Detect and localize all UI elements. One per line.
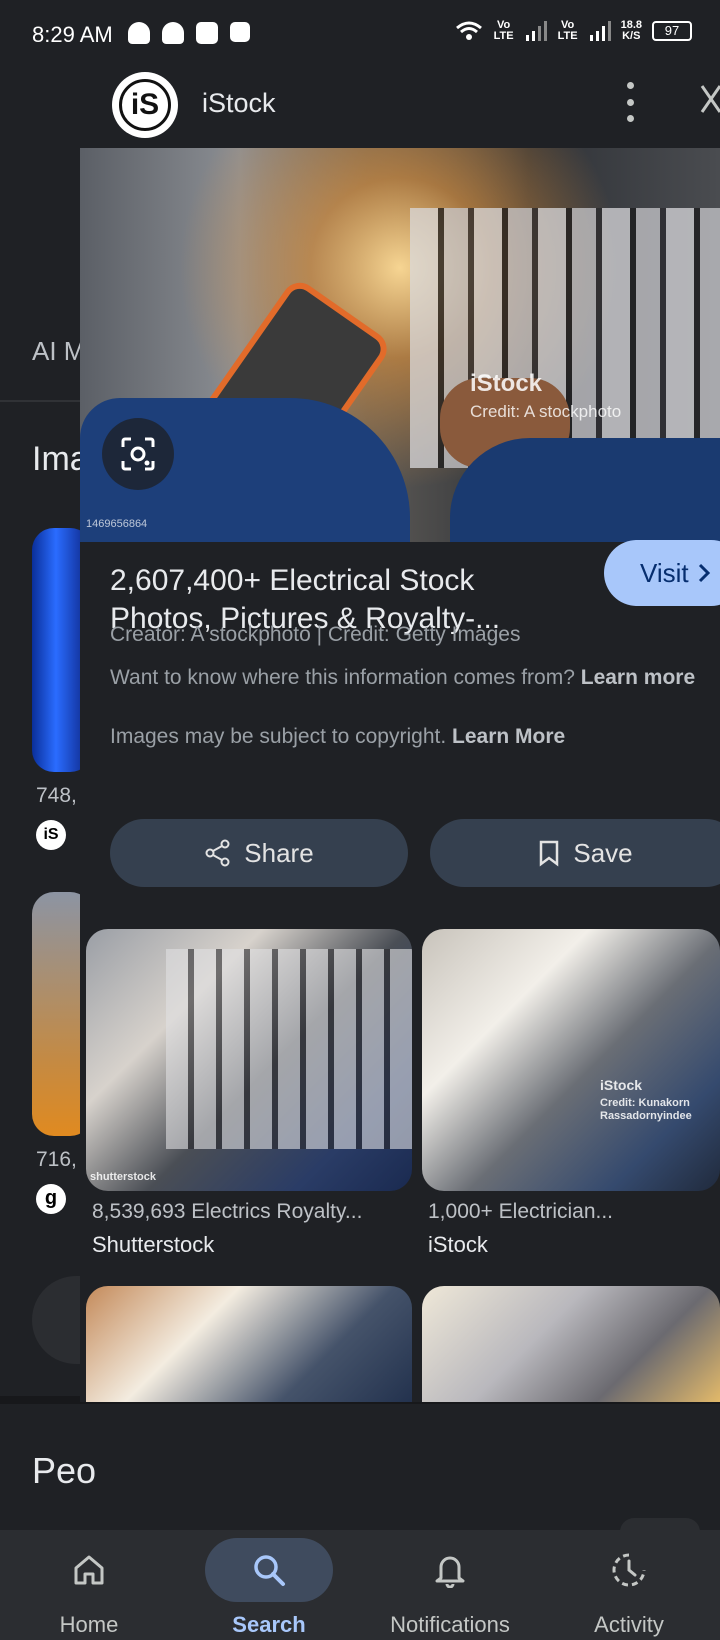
related-image-1[interactable]: shutterstock [86, 929, 412, 1191]
learn-more-link[interactable]: Learn more [581, 666, 695, 689]
divider [0, 400, 80, 402]
save-label: Save [573, 837, 633, 868]
net-speed: 18.8 K/S [620, 19, 642, 42]
snapchat-notification-icon-2 [162, 22, 184, 44]
watermark-brand: iStock [470, 370, 543, 397]
image-id: 1469656864 [86, 518, 148, 530]
nav-home[interactable]: Home [14, 1530, 164, 1640]
status-time: 8:29 AM [32, 22, 113, 47]
related-image-2-watermark: iStock [600, 1077, 643, 1093]
more-options-icon[interactable] [620, 82, 640, 122]
bell-icon [435, 1556, 465, 1588]
site-name[interactable]: iStock [202, 88, 276, 119]
viewer-header: iS iStock [80, 72, 720, 148]
lens-icon [121, 437, 155, 471]
learn-more-copyright-link[interactable]: Learn More [452, 725, 565, 748]
google-lens-button[interactable] [102, 418, 174, 490]
image-viewer-panel: iS iStock iStock Credit: A stockphoto 14… [80, 72, 720, 1402]
nav-home-label: Home [59, 1612, 119, 1637]
nav-search[interactable]: Search [194, 1530, 344, 1640]
status-right: Vo LTE Vo LTE 18.8 K/S 97 [455, 20, 692, 42]
related-image-3[interactable] [86, 1286, 412, 1402]
related-image-4[interactable] [422, 1286, 720, 1402]
ai-mode-heading: AI M [32, 336, 86, 366]
related-image-1-title[interactable]: 8,539,693 Electrics Royalty... [92, 1200, 362, 1224]
copyright-notice: Images may be subject to copyright. Lear… [110, 725, 566, 748]
main-image[interactable]: iStock Credit: A stockphoto 1469656864 [80, 148, 720, 542]
home-icon [74, 1555, 104, 1585]
volte-label-2: Vo LTE [557, 19, 578, 42]
signal-icon [525, 21, 547, 41]
istock-logo[interactable]: iS [112, 72, 178, 138]
wifi-icon [455, 21, 482, 40]
related-image-2[interactable]: iStock Credit: Kunakorn Rassadornyindee [422, 929, 720, 1191]
istock-logo-text: iS [119, 79, 171, 131]
volte-label-1: Vo LTE [493, 19, 514, 42]
creator-credit: Creator: A stockphoto | Credit: Getty Im… [110, 623, 521, 646]
result-count-2: 716, [36, 1148, 77, 1171]
share-icon [205, 839, 230, 867]
istock-favicon: iS [36, 820, 66, 850]
result-count-1: 748, [36, 784, 77, 807]
chevron-right-icon [698, 563, 710, 583]
share-label: Share [244, 837, 314, 868]
signal-icon-2 [589, 21, 611, 41]
nav-activity-label: Activity [594, 1612, 664, 1637]
google-favicon: g [36, 1184, 66, 1214]
battery-indicator: 97 [652, 21, 692, 41]
nav-search-label: Search [232, 1612, 306, 1637]
info-text: Want to know where this information come… [110, 666, 696, 689]
related-image-2-credit: Credit: Kunakorn Rassadornyindee [600, 1097, 692, 1122]
nav-notifications-label: Notifications [390, 1612, 510, 1637]
facebook-notification-icon [230, 22, 250, 42]
watermark-credit: Credit: A stockphoto [470, 402, 622, 421]
related-image-1-watermark: shutterstock [90, 1171, 157, 1183]
activity-icon [612, 1553, 646, 1587]
search-icon [254, 1555, 285, 1586]
visit-label: Visit [640, 557, 689, 588]
nav-notifications[interactable]: Notifications [356, 1530, 544, 1640]
people-also-search-heading: Peo [32, 1450, 97, 1491]
close-icon[interactable] [700, 82, 720, 124]
share-button[interactable]: Share [110, 819, 408, 887]
visit-button[interactable]: Visit [604, 540, 720, 606]
related-image-1-source: Shutterstock [92, 1232, 215, 1257]
save-button[interactable]: Save [430, 819, 720, 887]
related-image-2-title[interactable]: 1,000+ Electrician... [428, 1200, 613, 1224]
bookmark-icon [540, 840, 559, 867]
related-image-2-source: iStock [428, 1232, 488, 1257]
app-notification-icon [196, 22, 218, 44]
snapchat-notification-icon [128, 22, 150, 44]
nav-activity[interactable]: Activity [554, 1530, 704, 1640]
related-image-1-panel [166, 949, 412, 1149]
arm-right [450, 438, 720, 542]
status-bar: 8:29 AM Vo LTE Vo LTE 18.8 K/S 97 [0, 0, 720, 72]
bottom-navigation: Home Search Notifications Activity [0, 1530, 720, 1640]
